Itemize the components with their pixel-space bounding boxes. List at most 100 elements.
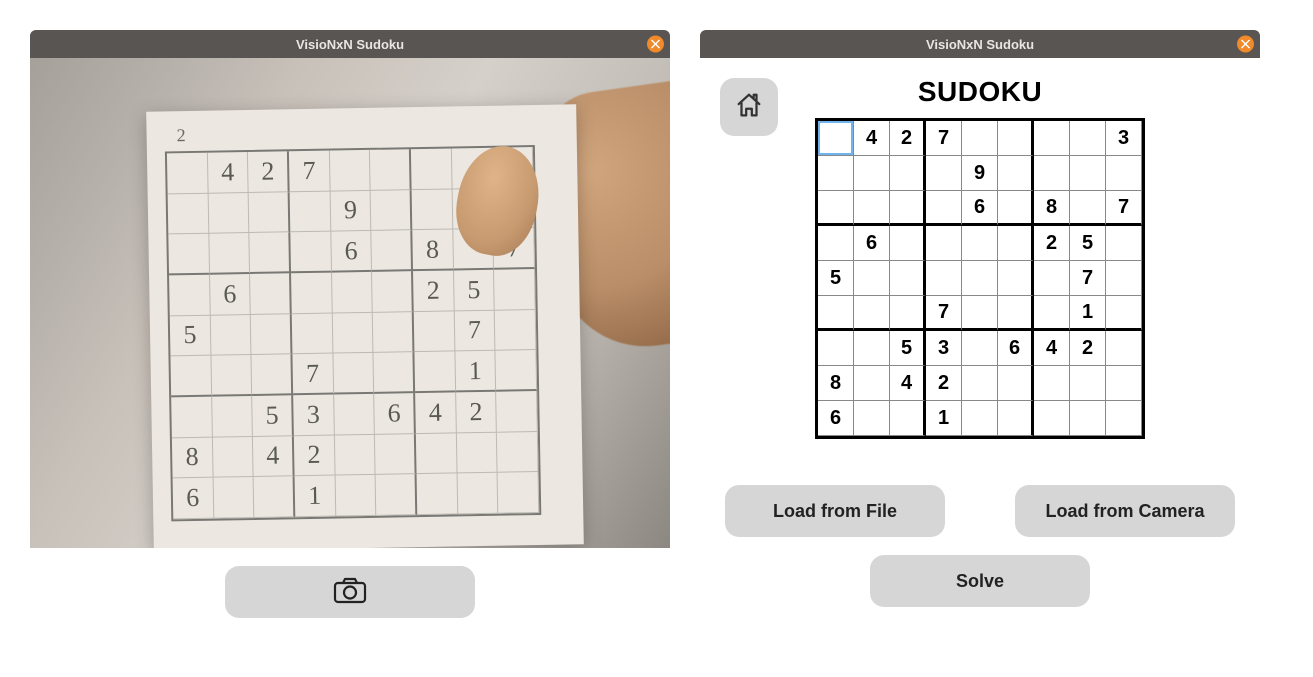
sudoku-cell[interactable]	[998, 366, 1034, 401]
sudoku-cell[interactable]: 6	[962, 191, 998, 226]
load-buttons-row: Load from File Load from Camera	[725, 485, 1235, 537]
sudoku-cell[interactable]	[926, 226, 962, 261]
sudoku-cell[interactable]: 7	[926, 296, 962, 331]
sudoku-cell[interactable]: 5	[818, 261, 854, 296]
sudoku-cell[interactable]	[1070, 156, 1106, 191]
sudoku-cell[interactable]: 6	[854, 226, 890, 261]
sudoku-cell[interactable]	[962, 366, 998, 401]
solver-window-titlebar[interactable]: VisioNxN Sudoku	[700, 30, 1260, 58]
sudoku-cell[interactable]: 8	[1034, 191, 1070, 226]
sudoku-cell[interactable]	[998, 156, 1034, 191]
sudoku-cell[interactable]	[1034, 121, 1070, 156]
sudoku-cell[interactable]: 4	[854, 121, 890, 156]
camera-window-close-button[interactable]	[647, 36, 664, 53]
sudoku-cell[interactable]	[854, 366, 890, 401]
sudoku-cell[interactable]	[1070, 191, 1106, 226]
load-from-file-button[interactable]: Load from File	[725, 485, 945, 537]
sudoku-cell[interactable]	[854, 261, 890, 296]
sudoku-cell[interactable]	[1070, 121, 1106, 156]
sudoku-cell[interactable]: 5	[890, 331, 926, 366]
solve-button[interactable]: Solve	[870, 555, 1090, 607]
sudoku-cell[interactable]	[890, 156, 926, 191]
sudoku-cell[interactable]: 2	[1070, 331, 1106, 366]
paper-cell	[213, 437, 254, 478]
sudoku-cell[interactable]: 9	[962, 156, 998, 191]
sudoku-cell[interactable]	[1106, 156, 1142, 191]
paper-cell	[252, 355, 293, 396]
sudoku-cell[interactable]: 7	[1070, 261, 1106, 296]
sudoku-cell[interactable]	[890, 226, 926, 261]
sudoku-cell[interactable]	[854, 331, 890, 366]
sudoku-cell[interactable]	[818, 191, 854, 226]
sudoku-cell[interactable]	[1034, 156, 1070, 191]
sudoku-cell[interactable]	[854, 296, 890, 331]
sudoku-cell[interactable]	[818, 296, 854, 331]
sudoku-cell[interactable]	[998, 261, 1034, 296]
sudoku-cell[interactable]	[1034, 296, 1070, 331]
sudoku-cell[interactable]	[962, 226, 998, 261]
sudoku-cell[interactable]	[998, 296, 1034, 331]
sudoku-cell[interactable]	[1070, 366, 1106, 401]
sudoku-cell[interactable]: 2	[1034, 226, 1070, 261]
sudoku-cell[interactable]	[926, 191, 962, 226]
sudoku-cell[interactable]: 6	[998, 331, 1034, 366]
sudoku-cell[interactable]	[1106, 366, 1142, 401]
capture-button[interactable]	[225, 566, 475, 618]
sudoku-cell[interactable]	[818, 226, 854, 261]
load-from-camera-button[interactable]: Load from Camera	[1015, 485, 1235, 537]
sudoku-cell[interactable]	[1106, 401, 1142, 436]
camera-window-titlebar[interactable]: VisioNxN Sudoku	[30, 30, 670, 58]
sudoku-cell[interactable]	[1106, 226, 1142, 261]
sudoku-cell[interactable]	[854, 401, 890, 436]
sudoku-cell[interactable]	[818, 121, 854, 156]
sudoku-cell[interactable]	[998, 401, 1034, 436]
sudoku-cell[interactable]: 7	[1106, 191, 1142, 226]
sudoku-cell[interactable]	[1034, 366, 1070, 401]
solver-window-close-button[interactable]	[1237, 36, 1254, 53]
sudoku-cell[interactable]	[1106, 296, 1142, 331]
paper-cell	[373, 312, 414, 353]
sudoku-cell[interactable]: 3	[1106, 121, 1142, 156]
sudoku-cell[interactable]	[962, 296, 998, 331]
sudoku-cell[interactable]: 7	[926, 121, 962, 156]
sudoku-cell[interactable]	[1106, 331, 1142, 366]
sudoku-cell[interactable]: 1	[926, 401, 962, 436]
sudoku-cell[interactable]	[962, 121, 998, 156]
sudoku-cell[interactable]	[962, 261, 998, 296]
paper-cell: 2	[294, 435, 335, 476]
sudoku-cell[interactable]	[1034, 261, 1070, 296]
sudoku-cell[interactable]	[854, 191, 890, 226]
paper-cell: 7	[454, 310, 495, 351]
paper-cell	[457, 473, 498, 514]
sudoku-cell[interactable]	[854, 156, 890, 191]
sudoku-cell[interactable]	[962, 401, 998, 436]
sudoku-cell[interactable]	[926, 261, 962, 296]
sudoku-cell[interactable]: 1	[1070, 296, 1106, 331]
sudoku-cell[interactable]	[1034, 401, 1070, 436]
sudoku-cell[interactable]	[998, 226, 1034, 261]
sudoku-cell[interactable]: 6	[818, 401, 854, 436]
paper-cell: 8	[412, 230, 453, 271]
sudoku-cell[interactable]	[1070, 401, 1106, 436]
sudoku-cell[interactable]: 3	[926, 331, 962, 366]
close-icon	[1241, 40, 1250, 49]
sudoku-cell[interactable]	[890, 261, 926, 296]
home-button[interactable]	[720, 78, 778, 136]
sudoku-cell[interactable]	[998, 121, 1034, 156]
sudoku-cell[interactable]: 2	[926, 366, 962, 401]
sudoku-grid[interactable]: 4273968762557715364284261	[815, 118, 1145, 439]
sudoku-cell[interactable]: 5	[1070, 226, 1106, 261]
sudoku-cell[interactable]	[926, 156, 962, 191]
sudoku-cell[interactable]: 8	[818, 366, 854, 401]
sudoku-cell[interactable]	[962, 331, 998, 366]
sudoku-cell[interactable]: 4	[890, 366, 926, 401]
sudoku-cell[interactable]: 2	[890, 121, 926, 156]
sudoku-cell[interactable]	[890, 296, 926, 331]
sudoku-cell[interactable]	[998, 191, 1034, 226]
sudoku-cell[interactable]	[890, 191, 926, 226]
sudoku-cell[interactable]	[818, 156, 854, 191]
sudoku-cell[interactable]: 4	[1034, 331, 1070, 366]
sudoku-cell[interactable]	[1106, 261, 1142, 296]
sudoku-cell[interactable]	[890, 401, 926, 436]
sudoku-cell[interactable]	[818, 331, 854, 366]
